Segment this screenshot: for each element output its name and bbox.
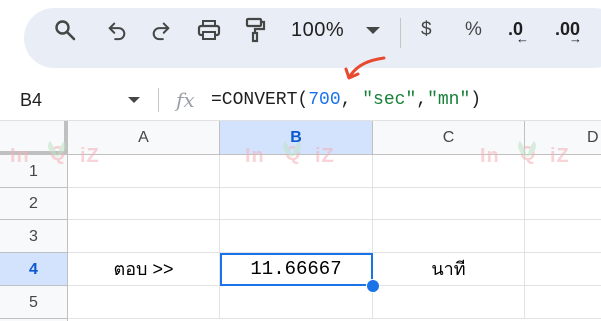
cell-b3[interactable]: [220, 220, 373, 253]
cell-a5[interactable]: [68, 286, 220, 319]
row-header-4[interactable]: 4: [0, 253, 68, 286]
name-box-chevron-icon[interactable]: [128, 97, 140, 103]
watermark-text-left: In: [10, 145, 30, 167]
formula-unit-from: "sec": [362, 90, 417, 110]
formula-bar-divider: [158, 88, 159, 112]
cell-c5[interactable]: [373, 286, 525, 319]
cell-d5[interactable]: [525, 286, 601, 319]
cell-c4[interactable]: นาที: [373, 253, 525, 286]
cell-c3[interactable]: [373, 220, 525, 253]
arrow-left-icon: ←: [516, 31, 529, 46]
paint-format-icon[interactable]: [240, 0, 270, 60]
row-header-5[interactable]: 5: [0, 286, 68, 319]
cell-a4[interactable]: ตอบ >>: [68, 253, 220, 286]
formula-unit-to: "mn": [427, 90, 471, 110]
watermark-leaf-icon: [518, 141, 536, 157]
watermark-logo: In Q iZ: [10, 141, 110, 171]
cell-d2[interactable]: [525, 188, 601, 220]
active-cell-outline: [220, 253, 373, 286]
watermark-logo: In Q iZ: [480, 141, 580, 171]
formula-bar: B4 fx =CONVERT(700, "sec","mn"): [0, 80, 601, 121]
watermark-text-right: iZ: [550, 145, 570, 167]
watermark-text-right: iZ: [315, 145, 335, 167]
watermark-text-left: In: [480, 145, 500, 167]
formula-separator-2: ,: [416, 90, 428, 110]
spreadsheet-window: 100% $ % .0 ← .00 → B4 fx =CONVERT(700, …: [0, 0, 601, 321]
zoom-dropdown[interactable]: 100%: [291, 0, 344, 60]
search-icon[interactable]: [50, 0, 80, 60]
cell-d3[interactable]: [525, 220, 601, 253]
formula-separator-1: ,: [340, 90, 363, 110]
watermark-leaf-icon: [48, 141, 66, 157]
watermark-logo: In Q iZ: [245, 141, 345, 171]
increase-decimal-icon[interactable]: .00 →: [555, 0, 595, 60]
sheet-grid: A B C D 1 2 3 4 5 ตอบ >> 11.66667 นาที I…: [0, 121, 601, 321]
cell-d4[interactable]: [525, 253, 601, 286]
formula-input[interactable]: =CONVERT(700, "sec","mn"): [211, 80, 481, 120]
arrow-right-icon: →: [569, 31, 582, 46]
percent-format-button[interactable]: %: [465, 0, 482, 60]
print-icon[interactable]: [193, 0, 225, 60]
redo-icon[interactable]: [146, 0, 176, 60]
row-header-3[interactable]: 3: [0, 220, 68, 253]
formula-suffix: ): [470, 90, 482, 110]
formula-prefix: =CONVERT(: [211, 90, 309, 110]
toolbar-area: 100% $ % .0 ← .00 →: [0, 0, 601, 80]
fill-handle[interactable]: [366, 279, 380, 293]
decrease-decimal-icon[interactable]: .0 ←: [508, 0, 538, 60]
watermark-text-right: iZ: [80, 145, 100, 167]
formula-number: 700: [308, 90, 341, 110]
row-header-2[interactable]: 2: [0, 188, 68, 220]
currency-format-button[interactable]: $: [421, 0, 432, 60]
cell-b5[interactable]: [220, 286, 373, 319]
cell-b2[interactable]: [220, 188, 373, 220]
watermark-leaf-icon: [283, 141, 301, 157]
undo-icon[interactable]: [102, 0, 132, 60]
cell-a3[interactable]: [68, 220, 220, 253]
chevron-down-icon[interactable]: [366, 27, 380, 34]
name-box[interactable]: B4: [20, 80, 42, 120]
fx-icon: fx: [176, 88, 195, 112]
cell-a2[interactable]: [68, 188, 220, 220]
watermark-text-left: In: [245, 145, 265, 167]
toolbar-divider: [400, 18, 401, 48]
cell-c2[interactable]: [373, 188, 525, 220]
